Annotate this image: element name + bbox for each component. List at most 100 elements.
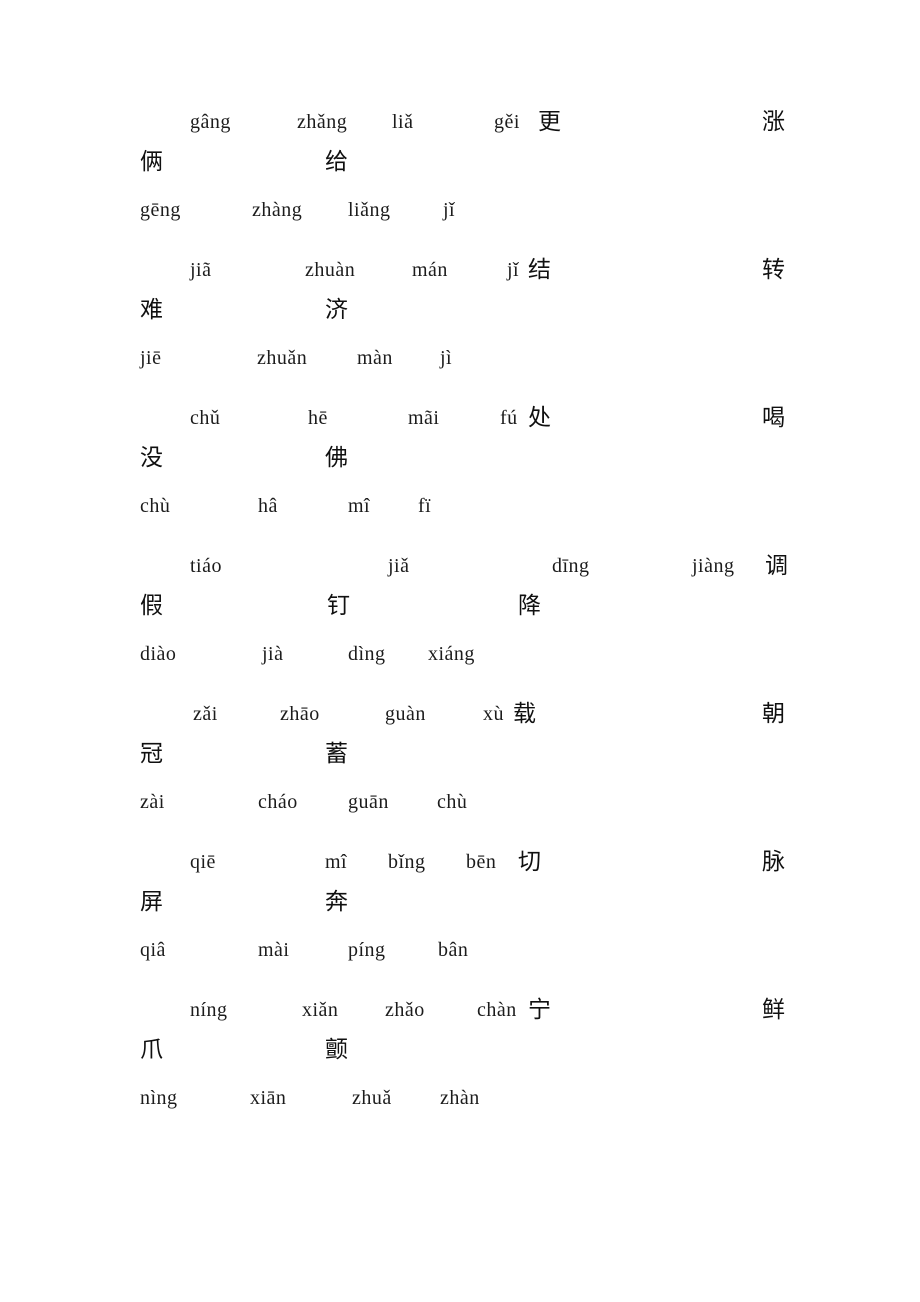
right-margin-character: 脉 — [762, 849, 785, 875]
right-margin-character: 鲜 — [762, 997, 785, 1023]
pinyin-token: qiâ — [140, 939, 166, 961]
hanzi-character: 颤 — [325, 1037, 348, 1063]
headword-character: 更 — [538, 109, 561, 135]
pinyin-token: mî — [325, 851, 348, 873]
pinyin-row-top: jiã zhuàn mán jǐ 结 转 — [0, 254, 920, 294]
pinyin-row-bottom: chù hâ mî fï — [0, 490, 920, 530]
pinyin-token: jià — [262, 643, 284, 665]
pinyin-row-bottom: jiē zhuǎn màn jì — [0, 342, 920, 382]
pinyin-token: fï — [418, 495, 432, 517]
exercise-block: gâng zhǎng liǎ gěi 更涨俩给 gēng zhàng liǎng jǐ — [0, 100, 920, 248]
pinyin-token: nìng — [140, 1087, 178, 1109]
hanzi-row: 假钉降 — [0, 590, 920, 630]
hanzi-row: 俩给 — [0, 146, 920, 186]
pinyin-token: zhǎo — [385, 999, 425, 1021]
headword-character: 切 — [518, 849, 541, 875]
pinyin-token: hē — [308, 407, 328, 429]
pinyin-token: gēng — [140, 199, 181, 221]
right-margin-character: 转 — [762, 257, 785, 283]
pinyin-row-bottom: nìng xiān zhuǎ zhàn — [0, 1082, 920, 1122]
pinyin-row-top: zǎi zhāo guàn xù 载 朝 — [0, 698, 920, 738]
pinyin-token: xù — [483, 703, 504, 725]
pinyin-token: guān — [348, 791, 389, 813]
hanzi-character: 屏 — [140, 889, 163, 915]
pinyin-token: bǐng — [388, 851, 426, 873]
pinyin-token: zhàn — [440, 1087, 480, 1109]
pinyin-token: màn — [357, 347, 393, 369]
pinyin-token: mán — [412, 259, 448, 281]
pinyin-token: zhàng — [252, 199, 303, 221]
pinyin-token: mî — [348, 495, 371, 517]
hanzi-character: 给 — [325, 149, 348, 175]
hanzi-character: 冠 — [140, 741, 163, 767]
pinyin-token: zài — [140, 791, 165, 813]
pinyin-token: dìng — [348, 643, 386, 665]
hanzi-character: 没 — [140, 445, 163, 471]
pinyin-token: jiǎ — [388, 555, 410, 577]
pinyin-token: fú — [500, 407, 518, 429]
hanzi-row: 没佛 — [0, 442, 920, 482]
pinyin-token: xiǎn — [302, 999, 339, 1021]
hanzi-character: 难 — [140, 297, 163, 323]
pinyin-token: jiē — [140, 347, 162, 369]
pinyin-token: jiã — [190, 259, 212, 281]
pinyin-token: jǐ — [507, 259, 520, 281]
pinyin-token: diào — [140, 643, 177, 665]
pinyin-token: zhuǎn — [257, 347, 308, 369]
exercise-block: zǎi zhāo guàn xù 载朝冠蓄 zài cháo guān chù — [0, 692, 920, 840]
pinyin-row-bottom: qiâ mài píng bân — [0, 934, 920, 974]
headword-character: 结 — [528, 257, 551, 283]
pinyin-row-bottom: zài cháo guān chù — [0, 786, 920, 826]
exercise-block: níng xiǎn zhǎo chàn 宁鲜爪颤 nìng xiān zhuǎ zhàn — [0, 988, 920, 1136]
hanzi-character: 爪 — [140, 1037, 163, 1063]
pinyin-token: gâng — [190, 111, 231, 133]
pinyin-token: mài — [258, 939, 290, 961]
hanzi-character: 蓄 — [325, 741, 348, 767]
hanzi-character: 俩 — [140, 149, 163, 175]
pinyin-token: chǔ — [190, 407, 221, 429]
pinyin-token: chù — [140, 495, 171, 517]
pinyin-token: zhāo — [280, 703, 320, 725]
headword-character: 载 — [513, 701, 536, 727]
exercise-block: jiã zhuàn mán jǐ 结转难济 jiē zhuǎn màn jì — [0, 248, 920, 396]
pinyin-token: píng — [348, 939, 386, 961]
pinyin-row-top: tiáo jiǎ dīng jiàng 调 — [0, 550, 920, 590]
pinyin-row-top: níng xiǎn zhǎo chàn 宁 鲜 — [0, 994, 920, 1034]
pinyin-token: bân — [438, 939, 469, 961]
pinyin-token: níng — [190, 999, 228, 1021]
pinyin-token: chàn — [477, 999, 517, 1021]
pinyin-token: liǎng — [348, 199, 391, 221]
pinyin-token: zhǎng — [297, 111, 348, 133]
pinyin-row-top: qiē mî bǐng bēn 切 脉 — [0, 846, 920, 886]
hanzi-row: 爪颤 — [0, 1034, 920, 1074]
right-margin-character: 涨 — [762, 109, 785, 135]
pinyin-row-top: chǔ hē mãi fú 处 喝 — [0, 402, 920, 442]
exercise-block: chǔ hē mãi fú 处喝没佛 chù hâ mî fï — [0, 396, 920, 544]
pinyin-row-bottom: diào jià dìng xiáng — [0, 638, 920, 678]
pinyin-token: mãi — [408, 407, 440, 429]
pinyin-token: guàn — [385, 703, 426, 725]
pinyin-token: jì — [440, 347, 453, 369]
pinyin-token: qiē — [190, 851, 216, 873]
hanzi-row: 难济 — [0, 294, 920, 334]
hanzi-character: 假 — [140, 593, 163, 619]
pinyin-token: jǐ — [443, 199, 456, 221]
pinyin-token: liǎ — [392, 111, 414, 133]
right-margin-character: 喝 — [762, 405, 785, 431]
pinyin-token: hâ — [258, 495, 278, 517]
hanzi-row: 屏奔 — [0, 886, 920, 926]
pinyin-token: zǎi — [193, 703, 218, 725]
pinyin-token: xiān — [250, 1087, 287, 1109]
pinyin-token: dīng — [552, 555, 590, 577]
hanzi-character: 钉 — [327, 593, 350, 619]
pinyin-token: zhuàn — [305, 259, 356, 281]
pinyin-token: xiáng — [428, 643, 475, 665]
hanzi-character: 济 — [325, 297, 348, 323]
exercise-block: qiē mî bǐng bēn 切脉屏奔 qiâ mài píng bân — [0, 840, 920, 988]
exercise-block: tiáo jiǎ dīng jiàng 调假 钉 降 diào jià dìng xiáng — [0, 544, 920, 692]
hanzi-character: 佛 — [325, 445, 348, 471]
hanzi-row: 冠蓄 — [0, 738, 920, 778]
pinyin-row-bottom: gēng zhàng liǎng jǐ — [0, 194, 920, 234]
hanzi-character: 降 — [518, 593, 541, 619]
pinyin-token: tiáo — [190, 555, 222, 577]
